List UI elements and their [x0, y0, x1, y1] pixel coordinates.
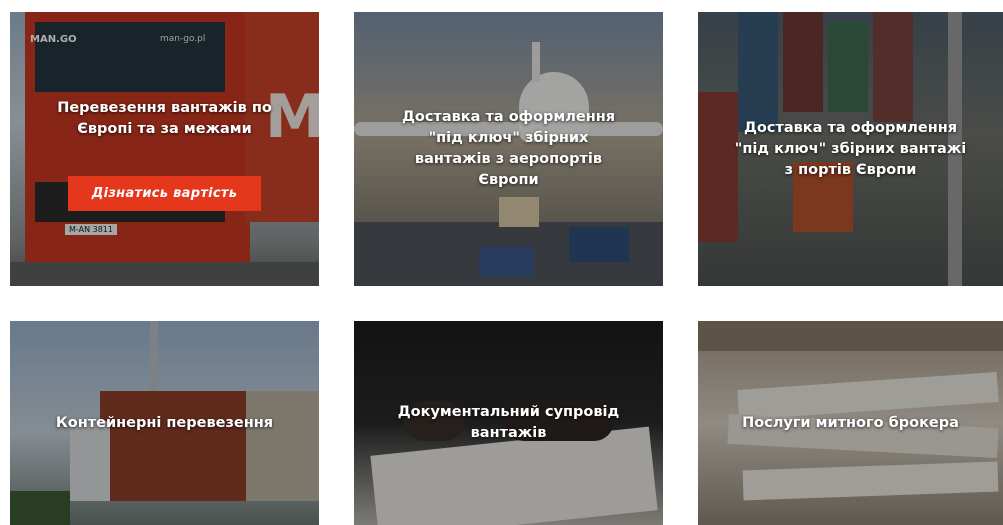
get-price-button[interactable]: Дізнатись вартість	[67, 175, 262, 211]
card-content: Послуги митного брокера	[722, 413, 979, 434]
card-content: Перевезення вантажів по Європі та за меж…	[25, 88, 305, 211]
card-title: Доставка та оформлення "під ключ" збірни…	[401, 109, 616, 188]
service-card-container-transport[interactable]: Контейнерні перевезення	[10, 321, 319, 525]
services-grid: MA MAN.GO man-go.pl M-AN 3811 Перевезенн…	[0, 0, 1003, 525]
card-title: Документальний супровід вантажів	[397, 404, 620, 441]
card-title: Перевезення вантажів по Європі та за меж…	[57, 99, 272, 137]
service-card-customs-broker[interactable]: Послуги митного брокера	[698, 321, 1003, 525]
card-content: Доставка та оформлення "під ключ" збірни…	[369, 107, 649, 191]
service-card-airport-cargo[interactable]: Доставка та оформлення "під ключ" збірни…	[354, 12, 663, 286]
card-title: Послуги митного брокера	[742, 414, 959, 431]
card-content: Документальний супровід вантажів	[369, 402, 649, 444]
card-title: Доставка та оформлення "під ключ" збірни…	[734, 119, 967, 178]
service-card-documents[interactable]: Документальний супровід вантажів	[354, 321, 663, 525]
service-card-europe-transport[interactable]: MA MAN.GO man-go.pl M-AN 3811 Перевезенн…	[10, 12, 319, 286]
service-card-port-cargo[interactable]: Доставка та оформлення "під ключ" збірни…	[698, 12, 1003, 286]
card-content: Доставка та оформлення "під ключ" збірни…	[711, 118, 991, 181]
card-content: Контейнерні перевезення	[36, 413, 293, 434]
card-title: Контейнерні перевезення	[55, 414, 274, 431]
